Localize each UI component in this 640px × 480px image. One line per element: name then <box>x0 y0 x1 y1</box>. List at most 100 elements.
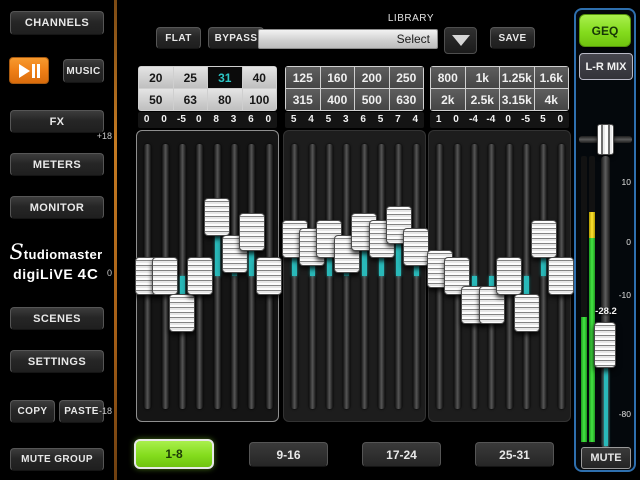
sidebar-item-settings[interactable]: SETTINGS <box>10 350 104 373</box>
fader-knob[interactable] <box>256 257 282 295</box>
fader-track[interactable] <box>291 144 298 409</box>
fader-panel <box>428 130 571 422</box>
fader-track[interactable] <box>361 144 368 409</box>
freq-cell-1.25k[interactable]: 1.25k <box>500 67 534 88</box>
fader-400 <box>373 131 390 421</box>
master-scale-label: 10 <box>607 177 631 187</box>
fader-track[interactable] <box>248 144 255 409</box>
fader-125 <box>286 131 303 421</box>
freq-cell-63[interactable]: 63 <box>174 89 208 110</box>
master-fader-value: -28.2 <box>588 306 624 317</box>
fader-track[interactable] <box>214 144 221 409</box>
gain-value: 0 <box>447 112 464 128</box>
gain-value: 0 <box>500 112 517 128</box>
meter-left <box>581 156 587 444</box>
freq-cell-630[interactable]: 630 <box>390 89 424 110</box>
gain-value: 8 <box>208 112 225 128</box>
freq-row: 20253140 <box>139 67 276 88</box>
freq-cell-400[interactable]: 400 <box>321 89 355 110</box>
freq-cell-1.6k[interactable]: 1.6k <box>535 67 569 88</box>
geq-screen: CHANNELS MUSIC FX METERS MONITOR Studiom… <box>0 0 640 480</box>
freq-cell-125[interactable]: 125 <box>286 67 320 88</box>
freq-cell-4k[interactable]: 4k <box>535 89 569 110</box>
library-dropdown-button[interactable] <box>444 27 477 54</box>
freq-cell-250[interactable]: 250 <box>390 67 424 88</box>
master-fader-knob[interactable] <box>594 322 616 368</box>
freq-cell-40[interactable]: 40 <box>243 67 277 88</box>
flat-button[interactable]: FLAT <box>156 27 201 49</box>
freq-header: 125160200250 315400500630 <box>285 66 424 111</box>
freq-cell-2.5k[interactable]: 2.5k <box>466 89 500 110</box>
fader-2.5k <box>518 131 535 421</box>
fader-track[interactable] <box>231 144 238 409</box>
tab-9-16[interactable]: 9-16 <box>249 442 328 467</box>
fader-track[interactable] <box>540 144 547 409</box>
gain-value-row: 54536574 <box>285 112 424 128</box>
fader-track[interactable] <box>395 144 402 409</box>
freq-cell-500[interactable]: 500 <box>355 89 389 110</box>
gain-value: 4 <box>407 112 424 128</box>
sidebar-item-music[interactable]: MUSIC <box>63 59 104 83</box>
fader-panel <box>283 130 426 422</box>
fader-2k <box>501 131 518 421</box>
freq-row: 8001k1.25k1.6k <box>431 67 568 88</box>
gain-value-row: 10-4-40-550 <box>430 112 569 128</box>
master-scale-label: 0 <box>607 237 631 247</box>
fader-track[interactable] <box>413 144 420 409</box>
freq-cell-200[interactable]: 200 <box>355 67 389 88</box>
gain-value: 4 <box>302 112 319 128</box>
freq-cell-3.15k[interactable]: 3.15k <box>500 89 534 110</box>
fader-track[interactable] <box>378 144 385 409</box>
mute-group-button[interactable]: MUTE GROUP <box>10 448 104 471</box>
freq-header: 8001k1.25k1.6k2k2.5k3.15k4k <box>430 66 569 111</box>
freq-cell-80[interactable]: 80 <box>208 89 242 110</box>
master-scale-label: -80 <box>607 409 631 419</box>
fader-track[interactable] <box>309 144 316 409</box>
freq-cell-31[interactable]: 31 <box>208 67 242 88</box>
tab-17-24[interactable]: 17-24 <box>362 442 441 467</box>
master-panel: GEQ L-R MIX -28.2 100-10-80 MUTE <box>574 8 636 472</box>
sidebar-item-meters[interactable]: METERS <box>10 153 104 176</box>
fader-50 <box>209 131 226 421</box>
fader-200 <box>321 131 338 421</box>
fader-track[interactable] <box>343 144 350 409</box>
lr-mix-button[interactable]: L-R MIX <box>579 53 633 80</box>
freq-cell-50[interactable]: 50 <box>139 89 173 110</box>
tab-1-8[interactable]: 1-8 <box>134 439 214 469</box>
sidebar-item-monitor[interactable]: MONITOR <box>10 196 104 219</box>
freq-cell-1k[interactable]: 1k <box>466 67 500 88</box>
fader-63 <box>226 131 243 421</box>
sidebar-item-channels[interactable]: CHANNELS <box>10 11 104 35</box>
freq-cell-2k[interactable]: 2k <box>431 89 465 110</box>
tab-25-31[interactable]: 25-31 <box>475 442 554 467</box>
fader-track[interactable] <box>326 144 333 409</box>
gain-value: 5 <box>534 112 551 128</box>
freq-header: 20253140506380100 <box>138 66 277 111</box>
freq-cell-160[interactable]: 160 <box>321 67 355 88</box>
gain-value: 0 <box>552 112 569 128</box>
geq-mode-button[interactable]: GEQ <box>579 14 631 47</box>
freq-cell-25[interactable]: 25 <box>174 67 208 88</box>
save-button[interactable]: SAVE <box>490 27 535 49</box>
mute-button[interactable]: MUTE <box>581 447 631 469</box>
freq-cell-315[interactable]: 315 <box>286 89 320 110</box>
sidebar-item-scenes[interactable]: SCENES <box>10 307 104 330</box>
freq-cell-100[interactable]: 100 <box>243 89 277 110</box>
gain-value: 0 <box>138 112 155 128</box>
library-select[interactable]: Select <box>258 29 438 49</box>
fader-4k <box>553 131 570 421</box>
fader-knob[interactable] <box>548 257 574 295</box>
sidebar-item-fx[interactable]: FX <box>10 110 104 133</box>
freq-cell-20[interactable]: 20 <box>139 67 173 88</box>
pan-slider-knob[interactable] <box>597 124 614 155</box>
bypass-button[interactable]: BYPASS <box>208 27 264 49</box>
fader-315 <box>356 131 373 421</box>
fader-knob[interactable] <box>403 228 429 266</box>
copy-button[interactable]: COPY <box>10 400 55 423</box>
player-button[interactable] <box>9 57 49 84</box>
meter-right <box>589 156 595 444</box>
gain-value: 0 <box>155 112 172 128</box>
freq-cell-800[interactable]: 800 <box>431 67 465 88</box>
db-scale-mid: 0 <box>86 268 112 278</box>
gain-value: 3 <box>225 112 242 128</box>
